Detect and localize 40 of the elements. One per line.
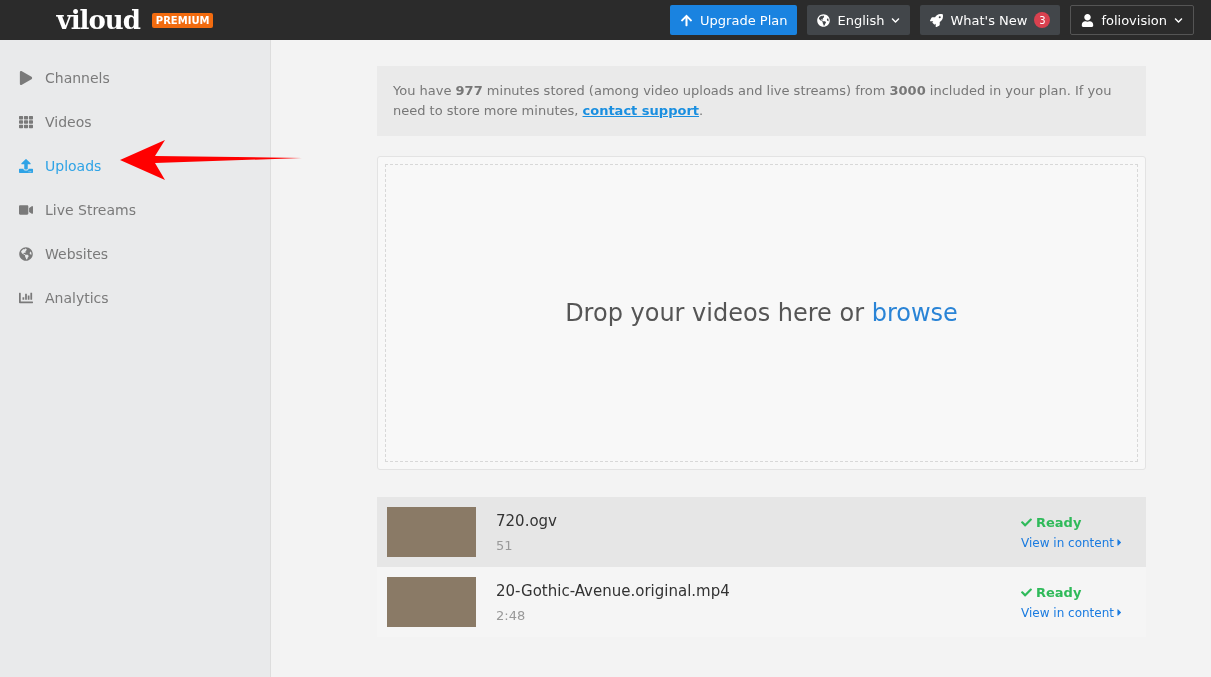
sidebar-item[interactable]: Videos [0, 100, 270, 144]
ready-status: Ready [1021, 584, 1136, 600]
contact-support-link[interactable]: contact support [582, 103, 699, 118]
check-icon [1021, 516, 1032, 528]
language-dropdown[interactable]: English [807, 5, 911, 35]
storage-notice: You have 977 minutes stored (among video uploads and live streams) from 3000 included in your plan. If you need to store more minutes, contact support. [377, 66, 1146, 136]
dropzone-text: Drop your videos here or browse [565, 299, 958, 327]
chevron-down-icon [891, 15, 901, 25]
sidebar-item[interactable]: Analytics [0, 276, 270, 320]
check-icon [1021, 586, 1032, 598]
upload-icon [19, 159, 33, 173]
play-icon [19, 71, 33, 85]
sidebar-item[interactable]: Uploads [0, 144, 270, 188]
news-button[interactable]: What's New 3 [920, 5, 1061, 35]
user-icon [1081, 13, 1095, 27]
chevron-down-icon [1174, 15, 1183, 25]
sidebar-item[interactable]: Websites [0, 232, 270, 276]
video-camera-icon [19, 203, 33, 217]
rocket-icon [930, 13, 944, 27]
user-menu[interactable]: foliovision [1070, 5, 1194, 35]
dropzone[interactable]: Drop your videos here or browse [377, 156, 1146, 470]
globe-icon [817, 13, 831, 27]
grid-icon [19, 115, 33, 129]
file-name: 20-Gothic-Avenue.original.mp4 [496, 581, 731, 600]
sidebar-item[interactable]: Live Streams [0, 188, 270, 232]
file-name: 720.ogv [496, 511, 558, 530]
view-in-content-link[interactable]: View in content [1021, 605, 1136, 620]
duration: 51 [496, 537, 514, 553]
browse-link[interactable]: browse [871, 299, 958, 327]
bar-chart-icon [19, 291, 33, 305]
arrow-up-icon [680, 13, 694, 27]
view-in-content-link[interactable]: View in content [1021, 535, 1136, 550]
sidebar-item[interactable]: Channels [0, 56, 270, 100]
globe-icon [19, 247, 33, 261]
logo: viloud [56, 5, 140, 35]
duration: 2:48 [496, 607, 527, 623]
ready-status: Ready [1021, 514, 1136, 530]
upgrade-button[interactable]: Upgrade Plan [670, 5, 798, 35]
count-badge: 3 [1034, 12, 1051, 28]
premium-badge: PREMIUM [151, 12, 214, 28]
